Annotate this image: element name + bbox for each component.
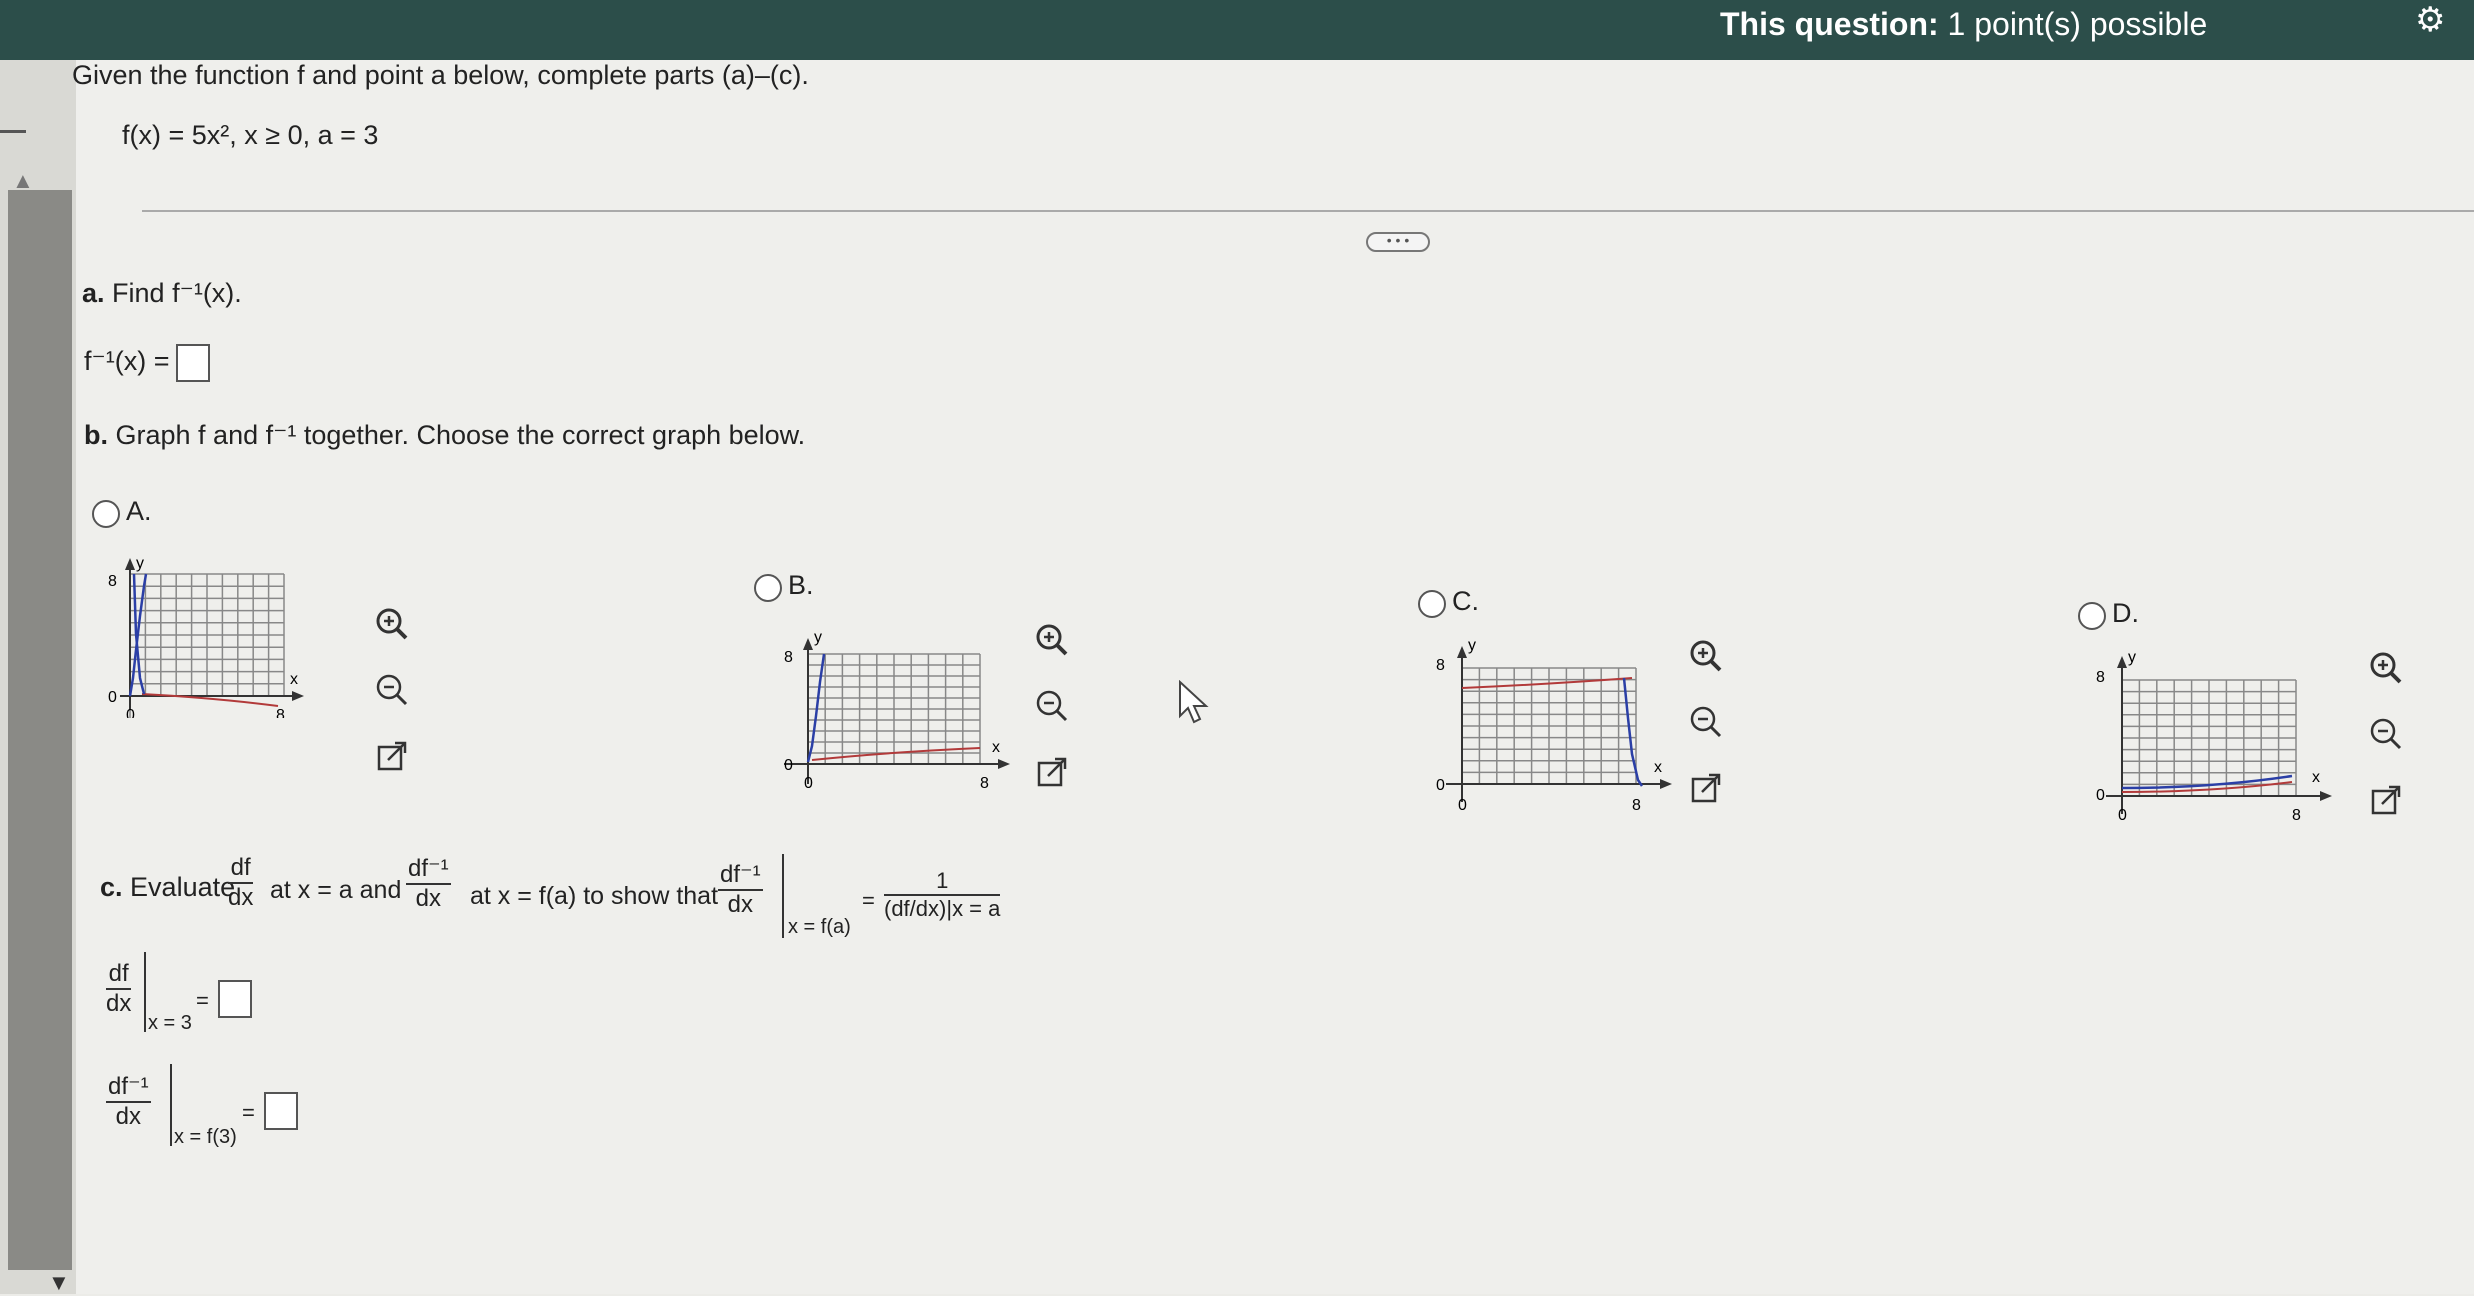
part-c-eval-3: x = f(a) — [788, 916, 851, 938]
part-a-answer-label: f⁻¹(x) = — [84, 346, 170, 376]
x-max-tick: 8 — [1632, 797, 1641, 814]
open-external-icon[interactable] — [372, 736, 412, 776]
part-c-frac-df-dx: df dx — [228, 854, 254, 911]
y-max-tick: 8 — [108, 573, 117, 590]
x-axis-label: x — [2312, 769, 2320, 786]
x-axis-label: x — [290, 671, 298, 688]
eval-bar — [782, 854, 784, 938]
eval-bar — [144, 952, 146, 1032]
part-b-prompt: b. Graph f and f⁻¹ together. Choose the … — [84, 420, 806, 450]
row2-frac: df⁻¹ dx — [106, 1073, 151, 1130]
graph-option-a: y 8 0 0 8 x — [108, 555, 304, 718]
graph-option-b: y 8 0 0 8 x — [784, 629, 1010, 792]
problem-function: f(x) = 5x², x ≥ 0, a = 3 — [122, 120, 379, 150]
points-possible: This question: 1 point(s) possible — [1720, 6, 2208, 42]
y-min-tick: 0 — [784, 757, 793, 774]
y-axis-label: y — [2128, 649, 2136, 666]
zoom-out-icon[interactable] — [372, 670, 412, 710]
open-external-icon[interactable] — [1032, 752, 1072, 792]
option-b-label: B. — [788, 570, 814, 600]
expand-button[interactable]: • • • — [1366, 232, 1430, 252]
x-max-tick: 8 — [276, 707, 285, 718]
row2-equals: = — [242, 1100, 255, 1125]
option-d-radio[interactable] — [2078, 602, 2106, 630]
problem-intro: Given the function f and point a below, … — [72, 60, 809, 90]
part-c-prompt-1: c. Evaluate — [100, 872, 236, 902]
part-c-frac-dfinv-dx: df⁻¹ dx — [406, 855, 451, 912]
zoom-in-icon[interactable] — [1686, 636, 1726, 676]
zoom-in-icon[interactable] — [372, 604, 412, 644]
part-c-frac-3: df⁻¹ dx — [718, 861, 763, 918]
graph-option-c: y 8 0 0 8 x — [1436, 637, 1672, 814]
row1-eval: x = 3 — [148, 1012, 192, 1034]
y-min-tick: 0 — [1436, 777, 1445, 794]
option-c-radio[interactable] — [1418, 590, 1446, 618]
part-c-prompt-3: at x = f(a) to show that — [470, 882, 719, 910]
y-min-tick: 0 — [2096, 787, 2105, 804]
eval-bar — [170, 1064, 172, 1146]
y-axis-label: y — [1468, 637, 1476, 654]
x-min-tick: 0 — [126, 707, 135, 718]
collapse-handle[interactable] — [0, 130, 26, 133]
zoom-out-icon[interactable] — [1686, 702, 1726, 742]
y-min-tick: 0 — [108, 689, 117, 706]
part-c-equals: = — [862, 888, 875, 913]
x-max-tick: 8 — [2292, 807, 2301, 824]
zoom-out-icon[interactable] — [1032, 686, 1072, 726]
option-a-radio[interactable] — [92, 500, 120, 528]
option-b-radio[interactable] — [754, 574, 782, 602]
y-max-tick: 8 — [2096, 669, 2105, 686]
graph-option-d: y 8 0 0 8 x — [2096, 649, 2332, 824]
gear-icon[interactable]: ⚙ — [2415, 0, 2445, 40]
option-c-label: C. — [1452, 586, 1479, 616]
x-min-tick: 0 — [804, 775, 813, 792]
open-external-icon[interactable] — [2366, 780, 2406, 820]
zoom-in-icon[interactable] — [2366, 648, 2406, 688]
open-external-icon[interactable] — [1686, 768, 1726, 808]
part-c-frac-4: 1 (df/dx)|x = a — [884, 868, 1001, 921]
option-a-label: A. — [126, 496, 152, 526]
x-axis-label: x — [992, 739, 1000, 756]
row1-frac: df dx — [106, 960, 132, 1017]
part-c-prompt-2: at x = a and — [270, 876, 402, 904]
x-min-tick: 0 — [1458, 797, 1467, 814]
x-max-tick: 8 — [980, 775, 989, 792]
x-min-tick: 0 — [2118, 807, 2127, 824]
option-d-label: D. — [2112, 598, 2139, 628]
x-axis-label: x — [1654, 759, 1662, 776]
y-max-tick: 8 — [784, 649, 793, 666]
part-a-answer-input[interactable] — [176, 344, 210, 382]
dfinv-dx-answer-input[interactable] — [264, 1092, 298, 1130]
left-scroll-panel: ▲ ▼ — [0, 60, 76, 1296]
zoom-in-icon[interactable] — [1032, 620, 1072, 660]
top-bar: This question: 1 point(s) possible ⚙ — [0, 0, 2474, 60]
question-content: Given the function f and point a below, … — [72, 60, 2474, 1294]
mouse-cursor-icon — [1179, 680, 1209, 724]
row2-eval: x = f(3) — [174, 1126, 237, 1148]
divider — [142, 210, 2474, 212]
scrollbar-thumb[interactable] — [8, 190, 72, 1270]
row1-equals: = — [196, 988, 209, 1013]
df-dx-answer-input[interactable] — [218, 980, 252, 1018]
y-axis-label: y — [136, 555, 144, 572]
y-max-tick: 8 — [1436, 657, 1445, 674]
scroll-down-arrow-icon[interactable]: ▼ — [48, 1270, 70, 1296]
y-axis-label: y — [814, 629, 822, 646]
zoom-out-icon[interactable] — [2366, 714, 2406, 754]
part-a-prompt: a. Find f⁻¹(x). — [82, 278, 242, 308]
